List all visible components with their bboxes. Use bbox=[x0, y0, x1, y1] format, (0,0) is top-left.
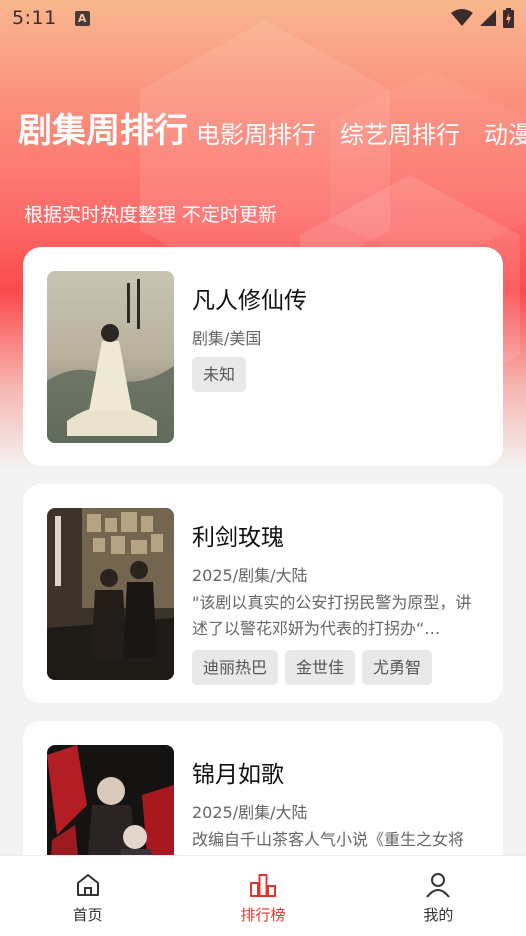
item-meta: 剧集/美国 bbox=[192, 329, 262, 348]
nav-profile[interactable]: 我的 bbox=[351, 856, 526, 936]
signal-icon bbox=[480, 10, 496, 26]
tab-variety-weekly[interactable]: 综艺周排行 bbox=[340, 115, 460, 156]
tab-movie-weekly[interactable]: 电影周排行 bbox=[196, 115, 316, 156]
item-title: 锦月如歌 bbox=[192, 762, 284, 788]
wifi-icon bbox=[451, 9, 473, 26]
item-description: "该剧以真实的公安打拐民警为原型，讲述了以警花邓妍为代表的打拐办“… bbox=[192, 593, 472, 638]
bottom-navigation: 首页 排行榜 我的 bbox=[0, 855, 526, 936]
nav-ranking-label: 排行榜 bbox=[240, 906, 286, 924]
cast-tag: 未知 bbox=[192, 357, 247, 392]
ranking-list: 凡人修仙传 剧集/美国 未知 利剑玫瑰 2025/剧集/大陆 "该剧以真实的公安… bbox=[23, 247, 503, 936]
battery-charging-icon bbox=[503, 8, 514, 28]
ranking-chart-icon bbox=[249, 874, 276, 897]
status-time: 5:11 bbox=[12, 7, 57, 29]
user-icon bbox=[426, 873, 451, 898]
cast-tag: 迪丽热巴 bbox=[192, 650, 279, 685]
nav-ranking[interactable]: 排行榜 bbox=[175, 856, 350, 936]
ranking-subtitle: 根据实时热度整理 不定时更新 bbox=[24, 204, 278, 226]
list-item[interactable]: 利剑玫瑰 2025/剧集/大陆 "该剧以真实的公安打拐民警为原型，讲述了以警花邓… bbox=[23, 484, 503, 703]
nav-home[interactable]: 首页 bbox=[0, 856, 175, 936]
nav-profile-label: 我的 bbox=[423, 906, 454, 924]
nav-home-label: 首页 bbox=[72, 906, 103, 924]
category-tabs: 剧集周排行 电影周排行 综艺周排行 动漫 bbox=[18, 96, 526, 156]
item-meta: 2025/剧集/大陆 bbox=[192, 566, 308, 585]
poster-image bbox=[47, 271, 174, 443]
poster-image bbox=[47, 508, 174, 680]
item-meta: 2025/剧集/大陆 bbox=[192, 803, 308, 822]
cast-tag: 金世佳 bbox=[285, 650, 356, 685]
tab-drama-weekly[interactable]: 剧集周排行 bbox=[18, 103, 188, 156]
item-title: 利剑玫瑰 bbox=[192, 525, 284, 551]
home-icon bbox=[76, 874, 99, 896]
notification-icon: A bbox=[74, 10, 90, 26]
item-title: 凡人修仙传 bbox=[192, 288, 307, 314]
tab-anime-weekly[interactable]: 动漫 bbox=[484, 115, 526, 156]
cast-tag: 尤勇智 bbox=[362, 650, 433, 685]
list-item[interactable]: 凡人修仙传 剧集/美国 未知 bbox=[23, 247, 503, 466]
status-bar: 5:11 A bbox=[0, 0, 526, 36]
